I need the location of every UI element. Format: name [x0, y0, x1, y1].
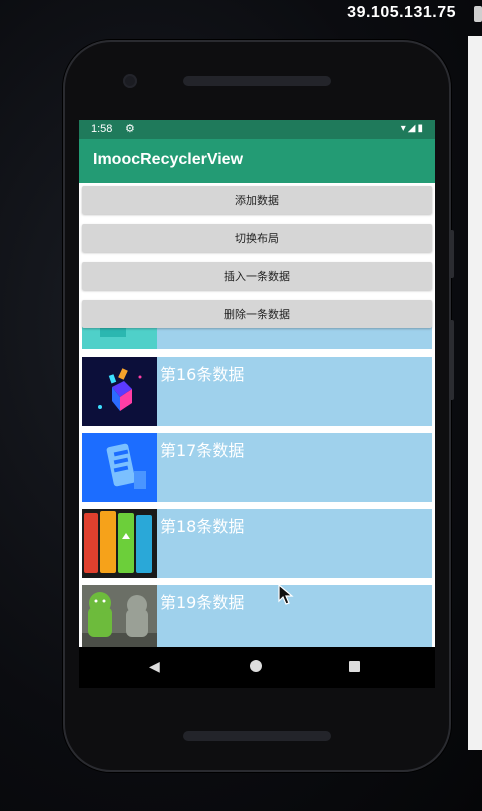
insert-one-button[interactable]: 插入一条数据: [82, 262, 432, 290]
home-icon[interactable]: [250, 660, 262, 672]
background-window-corner: [474, 6, 482, 22]
delete-one-button[interactable]: 删除一条数据: [82, 300, 432, 328]
power-button: [449, 230, 454, 278]
recycler-list[interactable]: 第16条数据 第17条数据 第18条数据 第19条数据: [79, 183, 435, 647]
back-icon[interactable]: ◀: [149, 659, 160, 675]
list-item-label: 第16条数据: [160, 365, 245, 384]
navigation-bar: ◀: [79, 647, 435, 688]
list-item[interactable]: [82, 325, 432, 349]
recents-icon[interactable]: [349, 661, 360, 672]
list-item[interactable]: 第19条数据: [82, 585, 432, 647]
content-area: 第16条数据 第17条数据 第18条数据 第19条数据 添加数据 切换布局 插入…: [79, 183, 435, 647]
phone-screen: 1:58 ⚙ ▾◢▮ ImoocRecyclerView 第16条数据 第17条…: [79, 120, 435, 688]
list-item-label: 第17条数据: [160, 441, 245, 460]
status-time: 1:58: [91, 123, 113, 135]
earpiece-speaker: [183, 76, 331, 86]
list-item-label: 第19条数据: [160, 593, 245, 612]
app-bar: ImoocRecyclerView: [79, 139, 435, 183]
volume-button: [449, 320, 454, 400]
list-item-thumbnail: [82, 357, 157, 426]
mouse-cursor-icon: [278, 584, 294, 605]
list-item[interactable]: 第16条数据: [82, 357, 432, 426]
status-bar: 1:58 ⚙ ▾◢▮: [79, 120, 435, 139]
list-item[interactable]: 第17条数据: [82, 433, 432, 502]
app-title: ImoocRecyclerView: [93, 151, 244, 168]
list-item[interactable]: 第18条数据: [82, 509, 432, 578]
add-data-button[interactable]: 添加数据: [82, 186, 432, 214]
wifi-signal-battery-icons: ▾◢▮: [400, 123, 425, 134]
front-camera: [123, 74, 137, 88]
switch-layout-button[interactable]: 切换布局: [82, 224, 432, 252]
list-item-thumbnail: [82, 585, 157, 647]
ip-address-overlay: 39.105.131.75: [347, 4, 456, 21]
list-item-thumbnail: [82, 433, 157, 502]
list-item-label: 第18条数据: [160, 517, 245, 536]
bottom-speaker: [183, 731, 331, 741]
gear-icon: ⚙: [125, 122, 135, 135]
background-window: [468, 36, 482, 750]
list-item-thumbnail: [82, 325, 157, 349]
list-item-thumbnail: [82, 509, 157, 578]
